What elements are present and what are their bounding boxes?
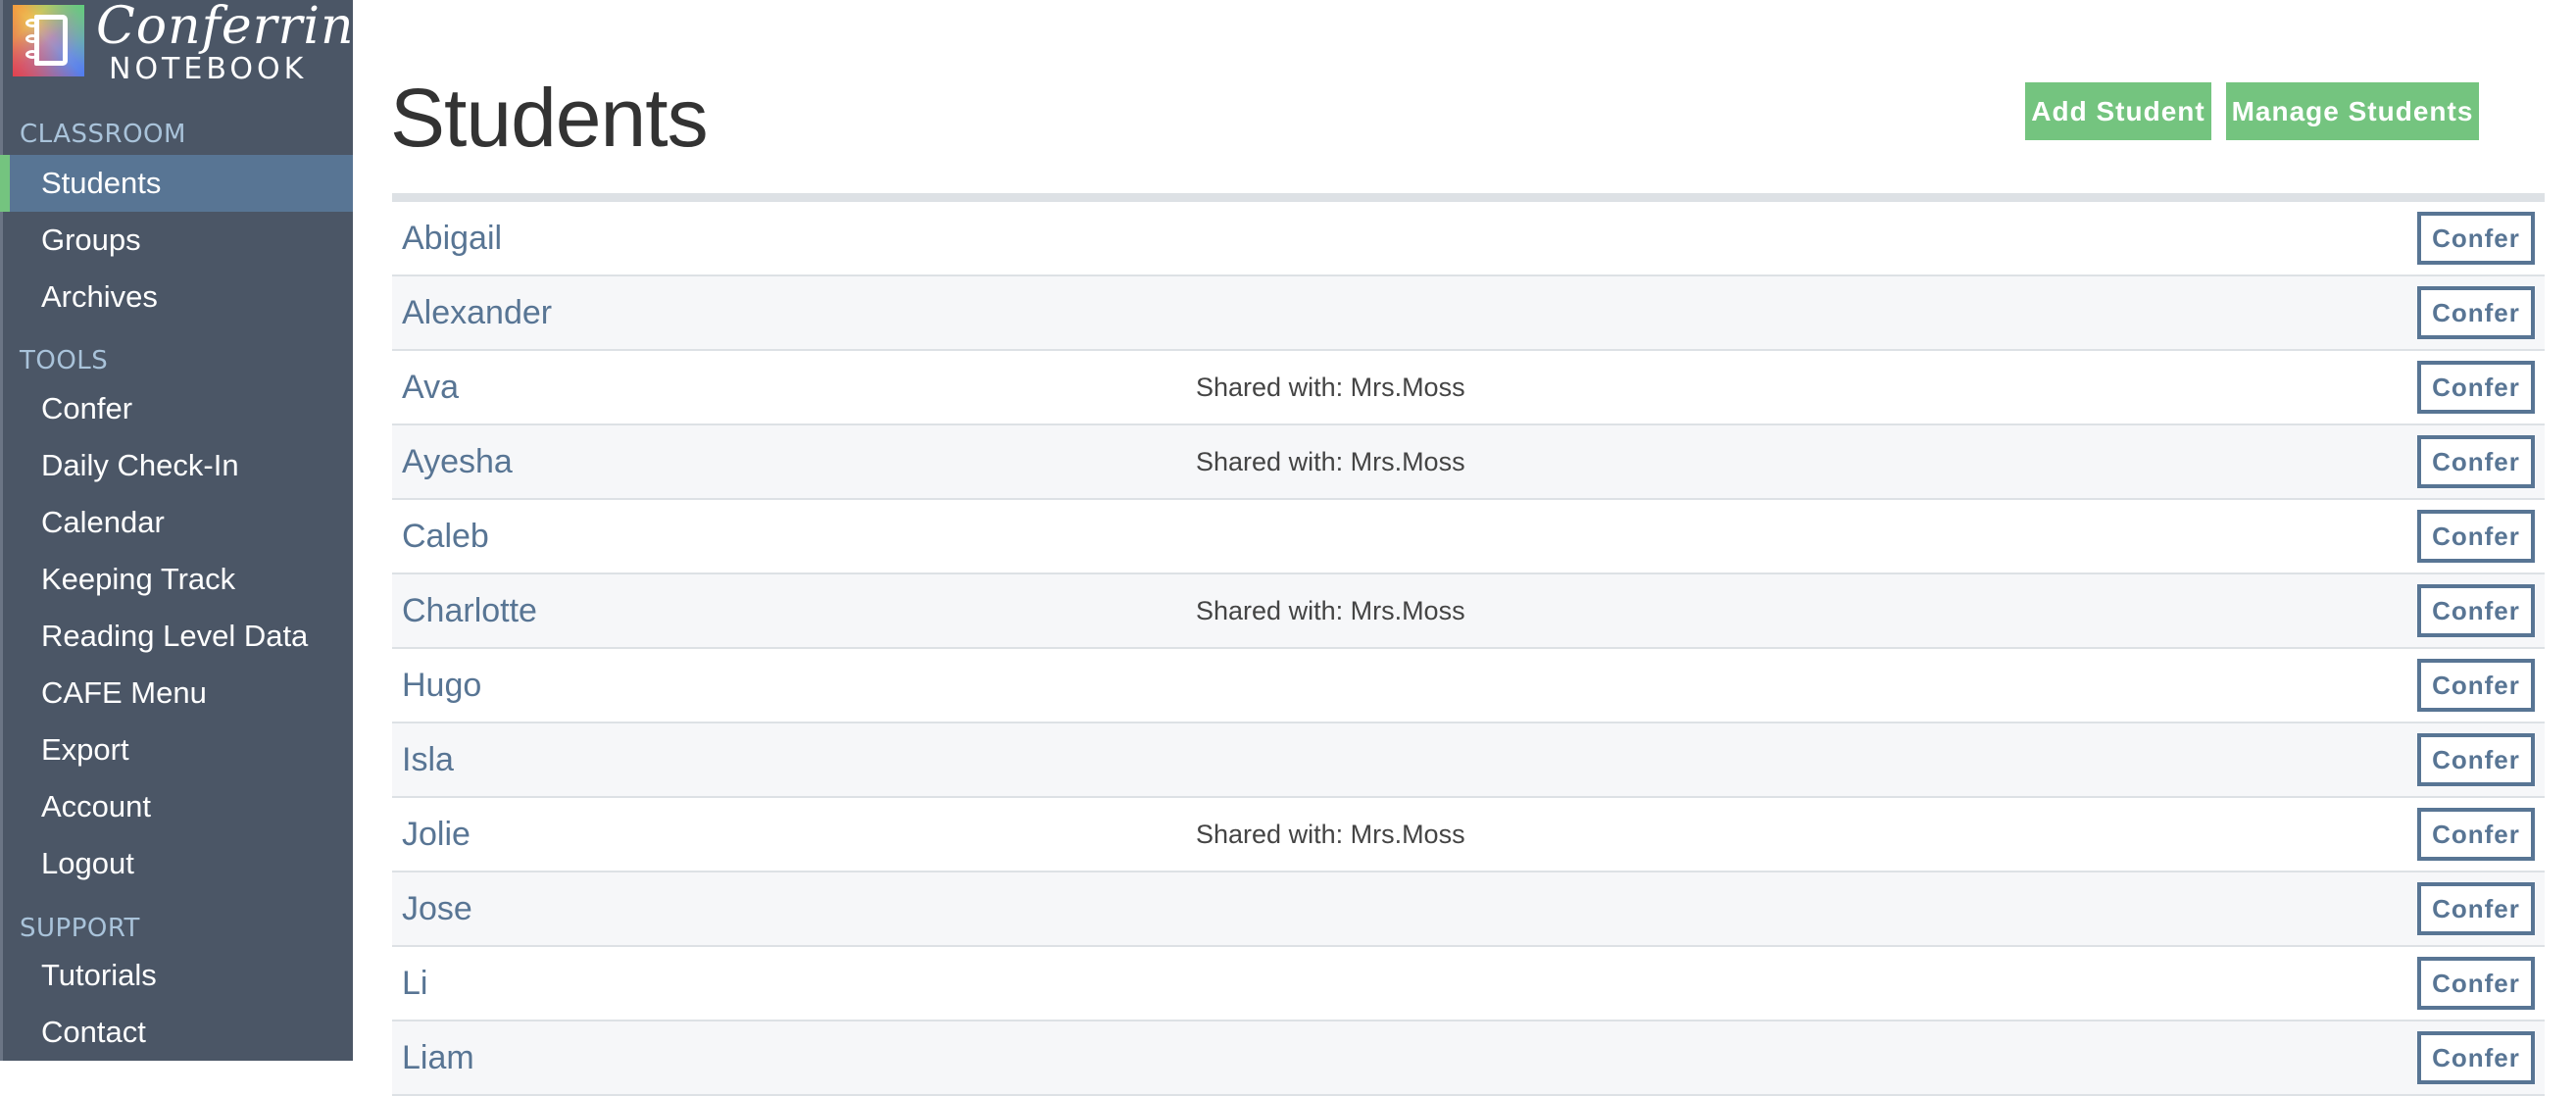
- sidebar-item-account[interactable]: Account: [0, 778, 353, 835]
- confer-button[interactable]: Confer: [2417, 435, 2535, 488]
- student-row: Charlotte Shared with: Mrs.Moss Confer: [392, 574, 2545, 649]
- confer-button[interactable]: Confer: [2417, 1031, 2535, 1084]
- sidebar-item-cafe-menu[interactable]: CAFE Menu: [0, 665, 353, 722]
- student-row: Ayesha Shared with: Mrs.Moss Confer: [392, 425, 2545, 500]
- logo-wordmark-caps: NOTEBOOK: [109, 52, 308, 86]
- confer-button[interactable]: Confer: [2417, 510, 2535, 563]
- section-header-support: SUPPORT: [20, 914, 140, 943]
- confer-button[interactable]: Confer: [2417, 286, 2535, 339]
- student-row: Jose Confer: [392, 872, 2545, 947]
- student-name-link[interactable]: Charlotte: [402, 574, 537, 647]
- page-title: Students: [390, 72, 709, 164]
- student-list: Abigail Confer Alexander Confer Ava Shared wi…: [392, 202, 2545, 1096]
- sidebar-item-daily-check-in[interactable]: Daily Check-In: [0, 437, 353, 494]
- student-name-link[interactable]: Abigail: [402, 202, 502, 274]
- sidebar-item-confer[interactable]: Confer: [0, 380, 353, 437]
- student-row: Hugo Confer: [392, 649, 2545, 723]
- student-name-link[interactable]: Hugo: [402, 649, 481, 722]
- student-name-link[interactable]: Isla: [402, 723, 454, 796]
- student-name-link[interactable]: Li: [402, 947, 427, 1020]
- shared-with-text: Shared with: Mrs.Moss: [1196, 447, 1465, 476]
- student-name-link[interactable]: Liam: [402, 1021, 474, 1094]
- confer-button[interactable]: Confer: [2417, 733, 2535, 786]
- section-header-tools: TOOLS: [20, 346, 109, 375]
- shared-with-text: Shared with: Mrs.Moss: [1196, 820, 1465, 849]
- sidebar-item-reading-level-data[interactable]: Reading Level Data: [0, 608, 353, 665]
- student-row: Abigail Confer: [392, 202, 2545, 276]
- student-name-link[interactable]: Caleb: [402, 500, 489, 573]
- add-student-button[interactable]: Add Student: [2025, 82, 2211, 140]
- sidebar-item-logout[interactable]: Logout: [0, 835, 353, 892]
- logo-wordmark-script: Conferring: [96, 0, 388, 56]
- confer-button[interactable]: Confer: [2417, 882, 2535, 935]
- list-header-divider: [392, 193, 2545, 202]
- confer-button[interactable]: Confer: [2417, 659, 2535, 712]
- student-row: Li Confer: [392, 947, 2545, 1021]
- confer-button[interactable]: Confer: [2417, 808, 2535, 861]
- app-logo[interactable]: Conferring NOTEBOOK: [13, 0, 387, 86]
- confer-button[interactable]: Confer: [2417, 212, 2535, 265]
- shared-with-text: Shared with: Mrs.Moss: [1196, 596, 1465, 625]
- student-row: Liam Confer: [392, 1021, 2545, 1096]
- sidebar-item-archives[interactable]: Archives: [0, 269, 353, 325]
- student-name-link[interactable]: Alexander: [402, 276, 552, 349]
- notebook-logo-icon: [13, 5, 84, 76]
- student-row: Isla Confer: [392, 723, 2545, 798]
- student-row: Caleb Confer: [392, 500, 2545, 574]
- section-header-classroom: CLASSROOM: [20, 120, 186, 149]
- confer-button[interactable]: Confer: [2417, 361, 2535, 414]
- sidebar-item-export[interactable]: Export: [0, 722, 353, 778]
- confer-button[interactable]: Confer: [2417, 957, 2535, 1010]
- sidebar-item-contact[interactable]: Contact: [0, 1004, 353, 1061]
- student-name-link[interactable]: Jolie: [402, 798, 471, 871]
- sidebar-item-keeping-track[interactable]: Keeping Track: [0, 551, 353, 608]
- sidebar: Conferring NOTEBOOK CLASSROOM Students G…: [0, 0, 387, 1061]
- manage-students-button[interactable]: Manage Students: [2226, 82, 2479, 140]
- sidebar-item-students[interactable]: Students: [0, 155, 353, 212]
- student-row: Jolie Shared with: Mrs.Moss Confer: [392, 798, 2545, 872]
- shared-with-text: Shared with: Mrs.Moss: [1196, 373, 1465, 402]
- sidebar-item-tutorials[interactable]: Tutorials: [0, 947, 353, 1004]
- sidebar-item-groups[interactable]: Groups: [0, 212, 353, 269]
- confer-button[interactable]: Confer: [2417, 584, 2535, 637]
- student-name-link[interactable]: Jose: [402, 872, 472, 945]
- student-name-link[interactable]: Ava: [402, 351, 459, 423]
- student-name-link[interactable]: Ayesha: [402, 425, 513, 498]
- sidebar-item-calendar[interactable]: Calendar: [0, 494, 353, 551]
- student-row: Alexander Confer: [392, 276, 2545, 351]
- student-row: Ava Shared with: Mrs.Moss Confer: [392, 351, 2545, 425]
